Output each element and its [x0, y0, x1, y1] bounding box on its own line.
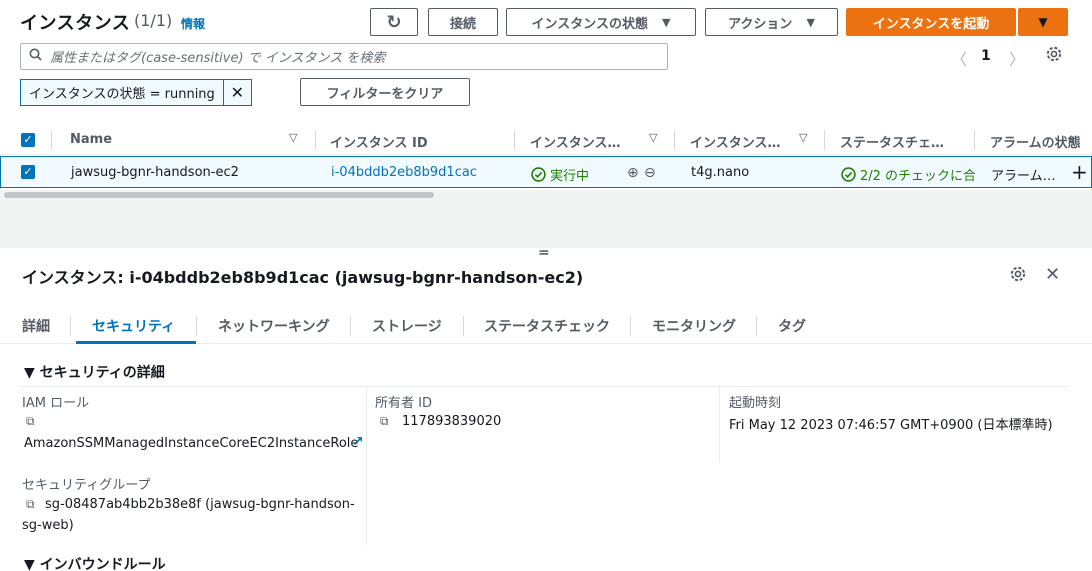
- check-circle-icon: [841, 167, 856, 182]
- panel-splitter[interactable]: [0, 200, 1092, 248]
- launch-dropdown-button[interactable]: ▼: [1018, 8, 1068, 36]
- actions-label: アクション: [728, 16, 793, 32]
- launch-time-value: Fri May 12 2023 07:46:57 GMT+0900 (日本標準時…: [729, 418, 1053, 433]
- table-row[interactable]: ✓ jawsug-bgnr-handson-ec2 i-04bddb2eb8b9…: [0, 156, 1092, 188]
- iam-role-link[interactable]: AmazonSSMManagedInstanceCoreEC2InstanceR…: [24, 436, 358, 451]
- sort-icon[interactable]: ▽: [289, 131, 297, 144]
- zoom-out-icon[interactable]: ⊖: [644, 165, 656, 181]
- column-divider: [366, 386, 367, 546]
- instance-name: jawsug-bgnr-handson-ec2: [71, 165, 239, 180]
- instance-count: (1/1): [134, 11, 173, 30]
- settings-gear-icon[interactable]: [1045, 45, 1063, 68]
- prev-page-button[interactable]: 〈: [951, 46, 967, 70]
- next-page-button[interactable]: 〉: [1009, 46, 1025, 70]
- instance-type: t4g.nano: [691, 165, 750, 180]
- close-icon[interactable]: ✕: [1045, 264, 1060, 285]
- launch-label: インスタンスを起動: [872, 16, 990, 32]
- add-alarm-icon[interactable]: +: [1071, 160, 1088, 184]
- row-checkbox[interactable]: ✓: [21, 165, 35, 179]
- iam-role-label: IAM ロール: [22, 396, 90, 411]
- remove-filter-icon[interactable]: ✕: [222, 80, 251, 105]
- clear-filters-button[interactable]: フィルターをクリア: [300, 78, 470, 106]
- column-divider: [719, 386, 720, 462]
- chevron-down-icon: ▼: [1038, 15, 1048, 29]
- refresh-button[interactable]: ↻: [370, 8, 418, 36]
- detail-tabs: 詳細 セキュリティ ネットワーキング ストレージ ステータスチェック モニタリン…: [0, 308, 1092, 344]
- check-circle-icon: [531, 167, 546, 182]
- filter-token[interactable]: インスタンスの状態 = running ✕: [20, 79, 252, 106]
- column-header-alarm-status[interactable]: アラームの状態: [990, 132, 1081, 151]
- zoom-in-icon[interactable]: ⊕: [627, 165, 639, 181]
- panel-settings-gear-icon[interactable]: [1009, 265, 1027, 288]
- search-input[interactable]: 属性またはタグ(case-sensitive) で インスタンス を検索: [20, 43, 668, 70]
- security-group-link[interactable]: sg-08487ab4bb2b38e8f (jawsug-bgnr-handso…: [45, 497, 355, 512]
- detail-title: インスタンス: i-04bddb2eb8b9d1cac (jawsug-bgnr…: [22, 268, 584, 287]
- table-header: ✓ Name ▽ インスタンス ID インスタンス… ▽ インスタンス… ▽ ス…: [0, 125, 1092, 155]
- copy-icon[interactable]: ⧉: [26, 497, 35, 512]
- chevron-down-icon: ▼: [806, 15, 815, 29]
- tab-security[interactable]: セキュリティ: [92, 316, 175, 336]
- select-all-checkbox[interactable]: ✓: [21, 133, 35, 147]
- tab-details[interactable]: 詳細: [22, 316, 50, 336]
- connect-label: 接続: [449, 16, 476, 32]
- refresh-icon: ↻: [386, 11, 402, 33]
- sort-icon[interactable]: ▽: [649, 131, 657, 144]
- column-header-name[interactable]: Name: [70, 132, 112, 147]
- column-header-instance-state[interactable]: インスタンス…: [530, 132, 620, 151]
- column-header-status-check[interactable]: ステータスチェ…: [840, 132, 944, 151]
- status-check: 2/2 のチェックに合: [841, 165, 975, 184]
- column-header-instance-id[interactable]: インスタンス ID: [330, 132, 428, 151]
- chevron-down-icon: ▼: [662, 15, 671, 29]
- active-tab-indicator: [76, 341, 196, 344]
- tab-networking[interactable]: ネットワーキング: [218, 316, 330, 336]
- owner-id-label: 所有者 ID: [375, 396, 432, 411]
- actions-dropdown[interactable]: アクション ▼: [705, 8, 838, 36]
- tab-tags[interactable]: タグ: [778, 316, 806, 336]
- column-header-instance-type[interactable]: インスタンス…: [690, 132, 780, 151]
- clear-filters-label: フィルターをクリア: [326, 86, 444, 102]
- section-divider: [20, 386, 1068, 387]
- tab-status-checks[interactable]: ステータスチェック: [484, 316, 610, 336]
- info-link[interactable]: 情報: [181, 15, 205, 32]
- tab-storage[interactable]: ストレージ: [372, 316, 442, 336]
- external-link-icon[interactable]: ↗: [352, 434, 364, 450]
- alarm-status: アラーム…: [991, 169, 1056, 184]
- inbound-rules-header[interactable]: ▼ インバウンドルール: [24, 554, 166, 571]
- launch-time-label: 起動時刻: [729, 396, 782, 411]
- instance-state: 実行中: [531, 165, 589, 184]
- copy-icon[interactable]: ⧉: [26, 414, 35, 429]
- page-number[interactable]: 1: [981, 48, 991, 64]
- search-placeholder: 属性またはタグ(case-sensitive) で インスタンス を検索: [50, 51, 386, 66]
- security-group-link-cont[interactable]: sg-web): [22, 518, 74, 533]
- launch-instances-button[interactable]: インスタンスを起動: [846, 8, 1016, 36]
- connect-button[interactable]: 接続: [428, 8, 498, 36]
- instance-state-dropdown[interactable]: インスタンスの状態 ▼: [506, 8, 696, 36]
- owner-id-value: 117893839020: [402, 414, 502, 429]
- horizontal-scrollbar-thumb[interactable]: [4, 192, 434, 198]
- copy-icon[interactable]: ⧉: [380, 414, 389, 429]
- security-details-header[interactable]: ▼ セキュリティの詳細: [24, 362, 165, 382]
- filter-token-text: インスタンスの状態 = running: [29, 87, 215, 102]
- instance-id-link[interactable]: i-04bddb2eb8b9d1cac: [331, 165, 477, 180]
- instance-state-label: インスタンスの状態: [531, 16, 648, 32]
- tab-monitoring[interactable]: モニタリング: [652, 316, 736, 336]
- security-group-label: セキュリティグループ: [22, 478, 151, 493]
- instance-state-text: 実行中: [550, 169, 590, 184]
- status-check-text: 2/2 のチェックに合: [860, 169, 975, 184]
- page-title: インスタンス: [20, 13, 131, 34]
- sort-icon[interactable]: ▽: [799, 131, 807, 144]
- resize-handle-icon[interactable]: =: [538, 246, 550, 260]
- search-icon: [29, 48, 42, 65]
